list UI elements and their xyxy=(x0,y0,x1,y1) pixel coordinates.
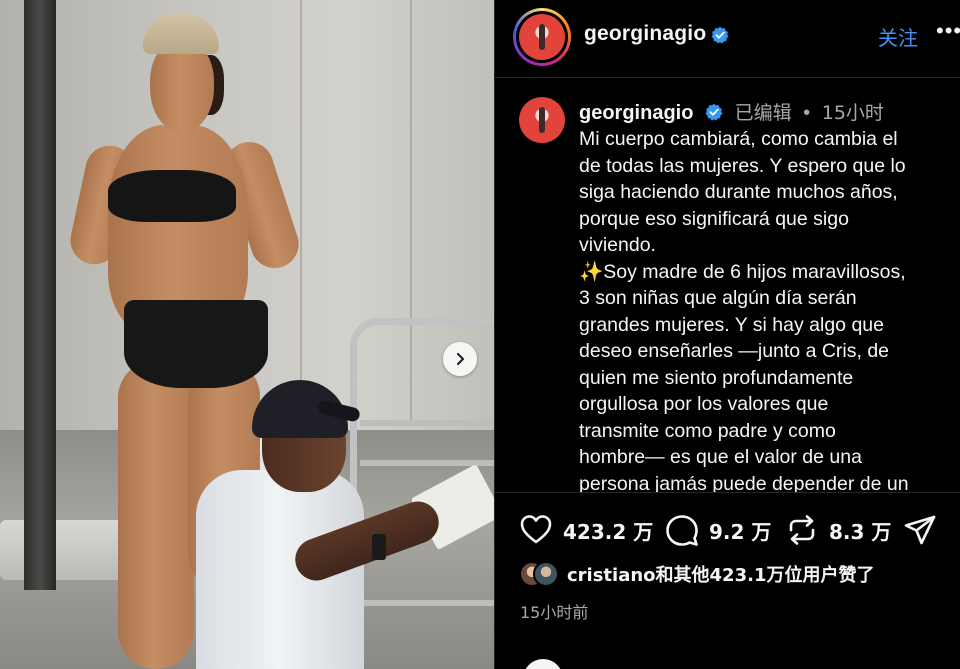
avatar xyxy=(533,561,559,587)
post-header: georginagio 关注 ••• xyxy=(495,0,960,78)
photo-pole xyxy=(24,0,56,590)
posted-time[interactable]: 15小时前 xyxy=(520,599,588,623)
repost-arrows-icon xyxy=(789,515,815,545)
liked-by-row[interactable]: cristiano和其他423.1万位用户赞了 xyxy=(519,561,874,587)
user-avatar[interactable] xyxy=(523,659,563,669)
caption-line: grandes mujeres. Y si hay algo que xyxy=(579,313,884,336)
caption-line: de todas las mujeres. Y espero que lo xyxy=(579,154,906,177)
caption-line: ✨Soy madre de 6 hijos maravillosos, xyxy=(579,260,906,283)
like-button[interactable]: 423.2 万 xyxy=(519,513,653,547)
photo-wall-line xyxy=(300,0,302,420)
photo-rail xyxy=(360,600,494,606)
comment-button[interactable]: 9.2 万 xyxy=(665,513,771,547)
action-bar: 423.2 万 9.2 万 8.3 万 cristiano和其他423.1万位用… xyxy=(495,492,960,669)
comment-bubble-icon xyxy=(666,515,698,546)
photo-person xyxy=(118,360,194,669)
caption-line: siga haciendo durante muchos años, xyxy=(579,181,898,203)
chevron-right-icon xyxy=(456,352,465,366)
avatar-image xyxy=(519,14,565,60)
caption-area: georginagio 已编辑 • 15小时 Mi cuerpo cambiar… xyxy=(495,80,960,492)
send-plane-icon xyxy=(904,515,936,545)
post-photo xyxy=(0,0,494,669)
liked-by-text[interactable]: cristiano和其他423.1万位用户赞了 xyxy=(567,561,874,587)
caption-line: Mi cuerpo cambiará, como cambia el xyxy=(579,128,898,150)
caption-text: Mi cuerpo cambiará, como cambia el de to… xyxy=(579,126,953,492)
like-count: 423.2 万 xyxy=(563,519,654,544)
more-options-button[interactable]: ••• xyxy=(936,18,960,44)
liked-by-avatars xyxy=(519,561,559,587)
photo-person xyxy=(108,170,236,222)
photo-person xyxy=(124,300,268,388)
edited-label: 已编辑 xyxy=(734,102,792,124)
comment-count: 9.2 万 xyxy=(709,519,772,544)
caption-line: viviendo. xyxy=(579,234,656,256)
photo-person xyxy=(372,534,386,560)
verified-badge-icon xyxy=(711,26,729,44)
caption-line: orgullosa por los valores que xyxy=(579,393,829,415)
caption-avatar[interactable] xyxy=(519,97,565,143)
caption-time[interactable]: 15小时 xyxy=(822,102,884,124)
heart-icon xyxy=(520,515,552,544)
caption-line: transmite como padre y como xyxy=(579,419,836,442)
separator-dot: • xyxy=(803,102,811,124)
caption-line: deseo enseñarles —junto a Cris, de xyxy=(579,340,890,362)
follow-button[interactable]: 关注 xyxy=(878,22,918,51)
caption-line: 3 son niñas que algún día serán xyxy=(579,287,857,309)
caption-line: persona jamás puede depender de un xyxy=(579,472,909,493)
repost-count: 8.3 万 xyxy=(829,519,892,544)
repost-button[interactable]: 8.3 万 xyxy=(785,513,891,547)
caption-line: porque eso significará que sigo xyxy=(579,207,849,230)
next-image-button[interactable] xyxy=(443,342,477,376)
share-button[interactable] xyxy=(903,513,937,547)
photo-rail xyxy=(360,420,494,426)
caption-username[interactable]: georginagio xyxy=(579,102,693,124)
post-panel: georginagio 关注 ••• georginagio 已编辑 • 15小… xyxy=(494,0,960,669)
header-username[interactable]: georginagio xyxy=(584,22,706,46)
caption-line: quien me siento profundamente xyxy=(579,366,854,389)
caption-header: georginagio 已编辑 • 15小时 xyxy=(579,98,884,125)
verified-badge-icon xyxy=(705,103,723,121)
caption-line: hombre— es que el valor de una xyxy=(579,446,862,468)
profile-avatar[interactable] xyxy=(513,8,571,66)
